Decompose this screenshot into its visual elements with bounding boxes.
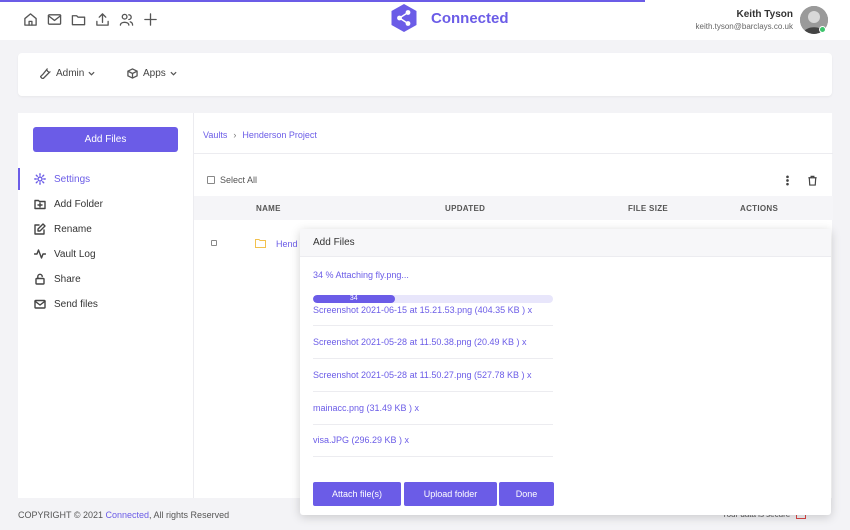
activity-icon <box>34 249 46 259</box>
upload-folder-button[interactable]: Upload folder <box>404 482 497 506</box>
brand[interactable]: Connected <box>390 3 509 33</box>
select-all[interactable]: Select All <box>207 175 257 185</box>
loading-line <box>0 0 645 2</box>
apps-menu-label: Apps <box>143 68 166 79</box>
users-icon[interactable] <box>119 12 134 27</box>
select-all-label: Select All <box>220 175 258 185</box>
mail-icon <box>34 299 46 309</box>
copyright-prefix: COPYRIGHT © 2021 <box>18 510 106 520</box>
column-header-actions: ACTIONS <box>740 204 779 213</box>
file-item[interactable]: Screenshot 2021-05-28 at 11.50.38.png (2… <box>313 337 553 347</box>
breadcrumb: Vaults › Henderson Project <box>203 130 317 140</box>
select-all-checkbox[interactable] <box>207 176 215 184</box>
dialog-header: Add Files <box>300 229 831 257</box>
top-nav-icons <box>23 12 158 27</box>
wrench-icon <box>40 68 51 79</box>
chevron-down-icon <box>170 71 177 76</box>
upload-progress-bar: 34 <box>313 295 553 303</box>
copyright-suffix: , All rights Reserved <box>149 510 230 520</box>
table-toolbar <box>782 175 818 186</box>
footer-link[interactable]: Connected <box>106 510 150 520</box>
sidebar-item-vault-log[interactable]: Vault Log <box>18 243 193 265</box>
add-files-dialog: Add Files 34 % Attaching fly.png... 34 S… <box>300 229 831 515</box>
upload-status: 34 % Attaching fly.png... <box>313 270 409 280</box>
table-header: NAME UPDATED FILE SIZE ACTIONS <box>194 196 833 220</box>
done-button[interactable]: Done <box>499 482 554 506</box>
attach-files-button[interactable]: Attach file(s) <box>313 482 401 506</box>
row-name[interactable]: Hend <box>276 239 298 249</box>
sidebar-item-share[interactable]: Share <box>18 268 193 290</box>
column-header-name[interactable]: NAME <box>256 204 281 213</box>
sidebar-item-settings[interactable]: Settings <box>18 168 193 190</box>
sidebar-item-label: Vault Log <box>54 248 96 260</box>
edit-icon <box>34 223 46 235</box>
plus-icon[interactable] <box>143 12 158 27</box>
user-name: Keith Tyson <box>736 9 793 20</box>
chevron-right-icon: › <box>233 130 237 140</box>
dialog-title: Add Files <box>313 237 355 248</box>
file-item[interactable]: visa.JPG (296.29 KB ) x <box>313 435 553 445</box>
top-bar: Connected Keith Tyson keith.tyson@barcla… <box>0 0 850 40</box>
divider <box>313 424 553 425</box>
divider <box>194 153 833 154</box>
sidebar-item-label: Send files <box>54 298 98 310</box>
share-logo-icon <box>391 4 417 32</box>
column-header-file-size[interactable]: FILE SIZE <box>628 204 668 213</box>
breadcrumb-project[interactable]: Henderson Project <box>242 130 317 140</box>
home-icon[interactable] <box>23 12 38 27</box>
progress-fill: 34 <box>313 295 395 303</box>
sidebar-item-send-files[interactable]: Send files <box>18 293 193 315</box>
sidebar-item-add-folder[interactable]: Add Folder <box>18 193 193 215</box>
apps-menu[interactable]: Apps <box>127 68 177 79</box>
folder-icon <box>255 239 266 248</box>
lock-icon <box>35 273 45 285</box>
footer: COPYRIGHT © 2021 Connected, All rights R… <box>18 510 229 520</box>
file-item[interactable]: Screenshot 2021-06-15 at 15.21.53.png (4… <box>313 305 553 315</box>
file-item[interactable]: mainacc.png (31.49 KB ) x <box>313 403 553 413</box>
row-checkbox[interactable] <box>211 240 217 246</box>
menu-bar: Admin Apps <box>18 53 832 96</box>
trash-icon[interactable] <box>807 175 818 186</box>
chevron-down-icon <box>88 71 95 76</box>
sidebar-item-label: Add Folder <box>54 198 103 210</box>
sidebar: Add Files Settings Add Folder Rename Vau… <box>18 113 193 498</box>
column-header-updated[interactable]: UPDATED <box>445 204 485 213</box>
divider <box>313 391 553 392</box>
sidebar-item-label: Share <box>54 273 81 285</box>
user-info[interactable]: Keith Tyson keith.tyson@barclays.co.uk <box>696 9 794 31</box>
user-email: keith.tyson@barclays.co.uk <box>695 22 794 31</box>
admin-menu-label: Admin <box>56 68 85 79</box>
cube-icon <box>127 68 138 79</box>
online-status-dot <box>819 26 826 33</box>
add-files-button[interactable]: Add Files <box>33 127 178 152</box>
gear-icon <box>34 173 46 185</box>
sidebar-item-rename[interactable]: Rename <box>18 218 193 240</box>
upload-icon[interactable] <box>95 12 110 27</box>
mail-icon[interactable] <box>47 12 62 27</box>
file-item[interactable]: Screenshot 2021-05-28 at 11.50.27.png (5… <box>313 370 553 380</box>
folder-plus-icon <box>34 199 46 210</box>
breadcrumb-vaults[interactable]: Vaults <box>203 130 227 140</box>
divider <box>313 456 553 457</box>
sidebar-item-label: Rename <box>54 223 92 235</box>
sidebar-item-label: Settings <box>54 173 91 185</box>
app-name: Connected <box>431 9 509 27</box>
divider <box>313 358 553 359</box>
folder-icon[interactable] <box>71 12 86 27</box>
admin-menu[interactable]: Admin <box>40 68 95 79</box>
more-vertical-icon[interactable] <box>782 175 793 186</box>
divider <box>313 325 553 326</box>
